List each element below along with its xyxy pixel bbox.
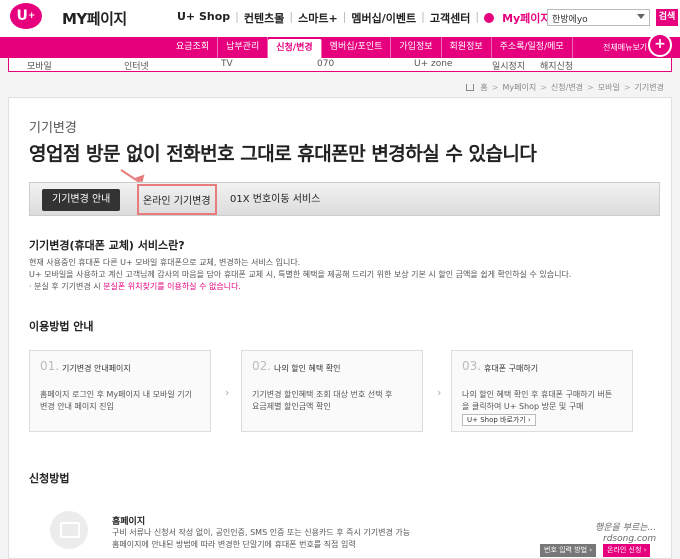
step-card: 03. 휴대폰 구매하기 나의 할인 혜택 확인 후 휴대폰 구매하기 버튼 을 … [451, 350, 633, 432]
homepage-desc: 구비 서류나 신청서 작성 없이, 공인인증, SMS 인증 또는 신용카드 후… [112, 528, 411, 549]
tab-online-device-change[interactable]: 온라인 기기변경 [137, 184, 217, 215]
uplus-logo[interactable]: U+ [10, 3, 42, 29]
chevron-down-icon [637, 14, 645, 19]
content-panel: 기기변경 영업점 방문 없이 전화번호 그대로 휴대폰만 변경하실 수 있습니다… [8, 97, 672, 559]
menu-membership-point[interactable]: 멤버십/포인트 [322, 37, 392, 58]
breadcrumb-mobile[interactable]: 모바일 [598, 82, 620, 93]
subnav-mobile[interactable]: 모바일 [27, 59, 52, 72]
main-menu-bar: 요금조회 납부관리 신청/변경 멤버십/포인트 가입정보 회원정보 주소록/일정… [0, 37, 680, 58]
home-icon [466, 84, 475, 91]
lost-phone-link[interactable]: 분실폰 위치찾기를 이용하실 수 없습니다. [103, 282, 241, 291]
search-button[interactable]: 검색 [656, 9, 678, 26]
subnav-pause[interactable]: 일시정지 [492, 59, 525, 72]
breadcrumb-device-change: 기기변경 [634, 83, 664, 92]
subnav-tv[interactable]: TV [221, 59, 233, 69]
brand-title: MY페이지 [62, 10, 127, 28]
breadcrumb-mypage[interactable]: My페이지 [502, 82, 536, 93]
homepage-label: 홈페이지 [112, 517, 146, 527]
plus-icon[interactable]: + [648, 33, 672, 57]
apply-heading: 신청방법 [29, 472, 70, 485]
subnav-070[interactable]: 070 [317, 59, 334, 69]
step-card: 01. 기기변경 안내페이지 홈페이지 로그인 후 My페이지 내 모바일 기기… [29, 350, 211, 432]
menu-payment[interactable]: 납부관리 [218, 37, 269, 58]
subnav-uplus-zone[interactable]: U+ zone [414, 59, 452, 69]
page-title: 영업점 방문 없이 전화번호 그대로 휴대폰만 변경하실 수 있습니다 [29, 143, 537, 165]
menu-bill-inquiry[interactable]: 요금조회 [168, 37, 219, 58]
menu-member-info[interactable]: 회원정보 [442, 37, 492, 58]
section-label: 기기변경 [29, 121, 77, 136]
menu-apply-change[interactable]: 신청/변경 [268, 39, 322, 58]
menu-address-schedule-memo[interactable]: 주소록/일정/메모 [492, 37, 573, 58]
all-menu-link[interactable]: 전체메뉴보기 [603, 37, 647, 58]
top-header: U+ MY페이지 U+ Shop | 컨텐츠몰 | 스마트+ | 멤버십/이벤트… [0, 0, 680, 37]
menu-subscription-info[interactable]: 가입정보 [391, 37, 442, 58]
monitor-icon [50, 511, 88, 549]
watermark: 행운을 부르는... rdsong.com [595, 523, 657, 544]
uplus-shop-button[interactable]: U+ Shop 바로가기 › [462, 414, 536, 426]
intro-heading: 기기변경(휴대폰 교체) 서비스란? [29, 239, 185, 252]
usage-heading: 이용방법 안내 [29, 320, 94, 333]
user-select[interactable]: 한방에yo [547, 9, 650, 26]
step-card: 02. 나의 할인 혜택 확인 기기변경 할인혜택 조회 대상 번호 선택 후요… [241, 350, 423, 432]
top-nav: U+ Shop | 컨텐츠몰 | 스마트+ | 멤버십/이벤트 | 고객센터 |… [172, 10, 561, 26]
chevron-right-icon: › [437, 386, 442, 399]
nav-uplus-shop[interactable]: U+ Shop [172, 10, 235, 26]
subnav-internet[interactable]: 인터넷 [124, 59, 149, 72]
tab-01x-number-portability[interactable]: 01X 번호이동 서비스 [220, 189, 330, 211]
nav-membership-event[interactable]: 멤버십/이벤트 [346, 10, 421, 26]
chevron-right-icon: › [225, 386, 230, 399]
breadcrumb-home[interactable]: 홈 [480, 82, 487, 93]
tab-device-change-guide[interactable]: 기기변경 안내 [42, 189, 121, 211]
user-icon [484, 13, 495, 23]
tab-bar: 기기변경 안내 온라인 기기변경 01X 번호이동 서비스 [29, 182, 660, 216]
breadcrumb: 홈 > My페이지 > 신청/변경 > 모바일 > 기기변경 [466, 82, 664, 93]
sub-nav: 모바일 인터넷 TV 070 U+ zone 일시정지 해지신청 [8, 58, 672, 72]
nav-smart-plus[interactable]: 스마트+ [293, 10, 343, 26]
intro-text: 현재 사용중인 휴대폰 다른 U+ 모바일 휴대폰으로 교체, 변경하는 서비스… [29, 258, 572, 291]
nav-contents-mall[interactable]: 컨텐츠몰 [239, 10, 289, 26]
nav-customer-center[interactable]: 고객센터 [425, 10, 475, 26]
online-apply-button[interactable]: 온라인 신청 › [603, 544, 651, 557]
number-input-method-button[interactable]: 번호 입력 방법 › [540, 544, 597, 557]
subnav-cancel[interactable]: 해지신청 [540, 59, 573, 72]
breadcrumb-apply[interactable]: 신청/변경 [551, 82, 583, 93]
